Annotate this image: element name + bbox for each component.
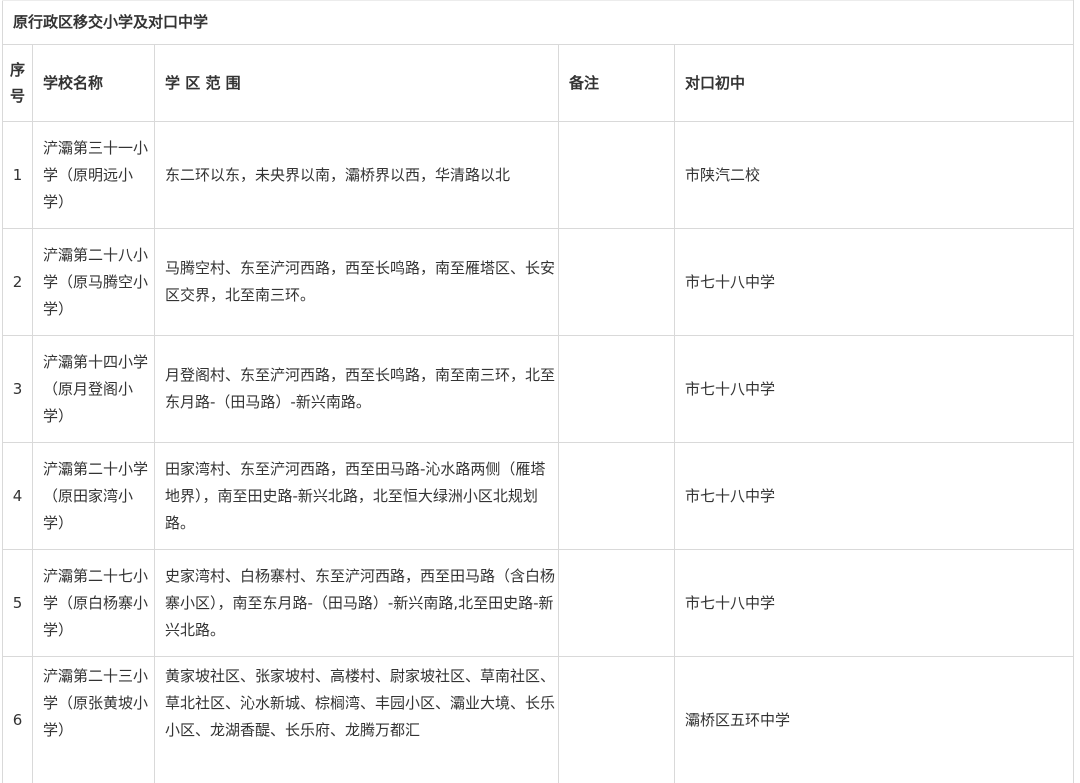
row-school-name: 浐灞第二十小学（原田家湾小学）	[32, 442, 155, 550]
row-note	[558, 228, 675, 336]
row-school-name: 浐灞第二十三小学（原张黄坡小学）	[32, 656, 155, 783]
row-middle-school: 市七十八中学	[673, 442, 1075, 550]
school-district-table: 原行政区移交小学及对口中学 序号 学校名称 学 区 范 围 备注 对口初中 1 …	[1, 0, 1075, 783]
row-middle-school: 灞桥区五环中学	[673, 656, 1075, 783]
row-seq: 2	[2, 228, 33, 336]
row-note	[558, 442, 675, 550]
row-middle-school: 市七十八中学	[673, 549, 1075, 657]
row-district-range: 马腾空村、东至浐河西路，西至长鸣路，南至雁塔区、长安区交界，北至南三环。	[154, 228, 559, 336]
table-title: 原行政区移交小学及对口中学	[1, 0, 1075, 45]
header-school-name: 学校名称	[32, 44, 155, 122]
table-row: 3 浐灞第十四小学（原月登阁小学） 月登阁村、东至浐河西路，西至长鸣路，南至南三…	[2, 335, 1075, 443]
header-district-range: 学 区 范 围	[154, 44, 559, 122]
row-seq: 5	[2, 549, 33, 657]
row-note	[558, 335, 675, 443]
row-school-name: 浐灞第十四小学（原月登阁小学）	[32, 335, 155, 443]
table-row: 5 浐灞第二十七小学（原白杨寨小学） 史家湾村、白杨寨村、东至浐河西路，西至田马…	[2, 549, 1075, 657]
row-note	[558, 656, 675, 783]
row-seq: 6	[2, 656, 33, 783]
row-school-name: 浐灞第二十七小学（原白杨寨小学）	[32, 549, 155, 657]
header-middle-school: 对口初中	[673, 44, 1075, 122]
row-seq: 1	[2, 121, 33, 229]
row-district-range: 东二环以东，未央界以南，灞桥界以西，华清路以北	[154, 121, 559, 229]
table-row: 4 浐灞第二十小学（原田家湾小学） 田家湾村、东至浐河西路，西至田马路-沁水路两…	[2, 442, 1075, 550]
table-row: 1 浐灞第三十一小学（原明远小学） 东二环以东，未央界以南，灞桥界以西，华清路以…	[2, 121, 1075, 229]
page: 原行政区移交小学及对口中学 序号 学校名称 学 区 范 围 备注 对口初中 1 …	[0, 0, 1080, 783]
row-middle-school: 市陕汽二校	[673, 121, 1075, 229]
row-middle-school: 市七十八中学	[673, 335, 1075, 443]
table-title-row: 原行政区移交小学及对口中学	[1, 0, 1075, 45]
row-school-name: 浐灞第二十八小学（原马腾空小学）	[32, 228, 155, 336]
table-header-row: 序号 学校名称 学 区 范 围 备注 对口初中	[2, 44, 1075, 122]
row-note	[558, 549, 675, 657]
row-seq: 4	[2, 442, 33, 550]
row-note	[558, 121, 675, 229]
row-district-range: 田家湾村、东至浐河西路，西至田马路-沁水路两侧（雁塔地界），南至田史路-新兴北路…	[154, 442, 559, 550]
header-seq: 序号	[2, 44, 33, 122]
row-school-name: 浐灞第三十一小学（原明远小学）	[32, 121, 155, 229]
table-row: 2 浐灞第二十八小学（原马腾空小学） 马腾空村、东至浐河西路，西至长鸣路，南至雁…	[2, 228, 1075, 336]
row-district-range: 月登阁村、东至浐河西路，西至长鸣路，南至南三环，北至东月路-（田马路）-新兴南路…	[154, 335, 559, 443]
row-seq: 3	[2, 335, 33, 443]
row-middle-school: 市七十八中学	[673, 228, 1075, 336]
row-district-range: 黄家坡社区、张家坡村、高楼村、尉家坡社区、草南社区、草北社区、沁水新城、棕榈湾、…	[154, 656, 559, 783]
table-row: 6 浐灞第二十三小学（原张黄坡小学） 黄家坡社区、张家坡村、高楼村、尉家坡社区、…	[2, 656, 1075, 783]
row-district-range: 史家湾村、白杨寨村、东至浐河西路，西至田马路（含白杨寨小区），南至东月路-（田马…	[154, 549, 559, 657]
header-note: 备注	[558, 44, 675, 122]
